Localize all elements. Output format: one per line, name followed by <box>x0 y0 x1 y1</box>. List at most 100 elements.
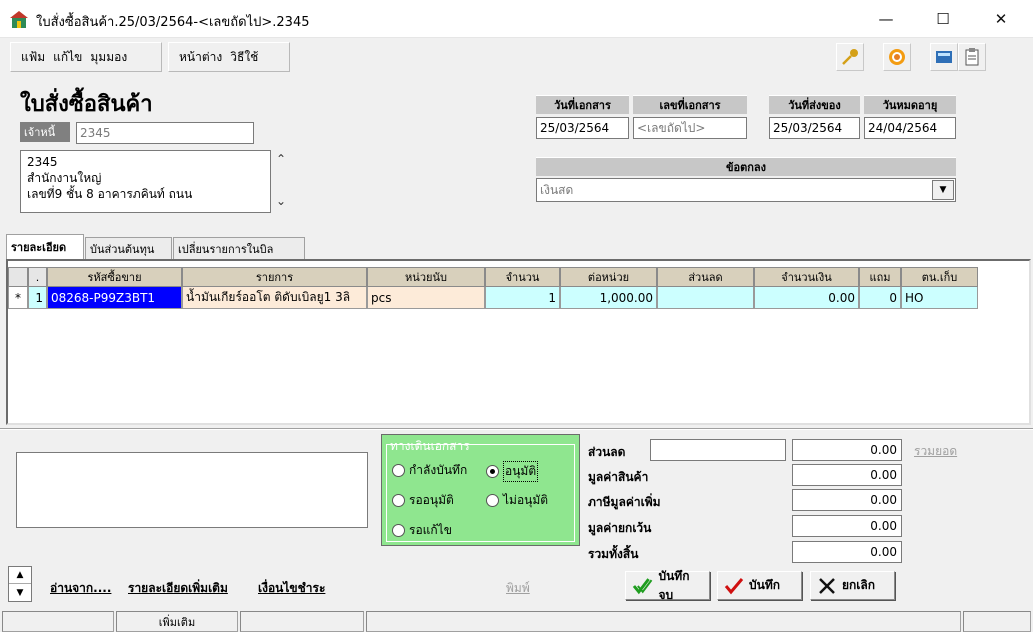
cell-qty[interactable]: 1 <box>485 287 560 309</box>
cell-no[interactable]: 1 <box>28 287 47 309</box>
terms-select[interactable]: เงินสด <box>536 178 956 202</box>
radio-label: อนุมัติ <box>503 461 539 482</box>
radio-label: ไม่อนุมัติ <box>503 493 549 507</box>
exempt-label: มูลค่ายกเว้น <box>588 521 652 535</box>
radio-label: กำลังบันทึก <box>409 463 468 477</box>
address-scroll-down-icon[interactable]: ⌄ <box>276 194 286 208</box>
address-line: สำนักงานใหญ่ <box>27 171 102 185</box>
payment-terms-link[interactable]: เงื่อนไขชำระ <box>258 579 325 598</box>
radio-rejected[interactable]: ไม่อนุมัติ <box>486 491 548 510</box>
minimize-button[interactable]: — <box>863 0 909 38</box>
creditor-label: เจ้าหนี้ <box>20 122 70 142</box>
status-bar: เพิ่มเติม <box>0 609 1033 632</box>
row-spinner[interactable]: ▲ ▼ <box>8 566 32 602</box>
divider <box>0 428 1033 430</box>
expire-date-field[interactable]: 24/04/2564 <box>864 117 956 139</box>
note-textarea[interactable] <box>16 452 368 528</box>
status-cell <box>240 611 364 632</box>
expire-date-label: วันหมดอายุ <box>864 95 956 114</box>
item-grid[interactable]: . รหัสซื้อขาย รายการ หน่วยนับ จำนวน ต่อห… <box>6 259 1031 425</box>
menu-group-main: แฟ้ม แก้ไข มุมมอง <box>10 42 162 72</box>
status-cell <box>2 611 114 632</box>
status-more[interactable]: เพิ่มเติม <box>116 611 238 632</box>
col-header-code[interactable]: รหัสซื้อขาย <box>47 267 182 287</box>
close-button[interactable]: ✕ <box>978 0 1024 38</box>
terms-label: ข้อตกลง <box>536 157 956 176</box>
radio-pending[interactable]: รออนุมัติ <box>392 491 454 510</box>
tool-clipboard-button[interactable] <box>958 43 986 71</box>
total-link[interactable]: รวมยอด <box>914 442 957 461</box>
discount-input[interactable] <box>650 439 786 461</box>
radio-approved[interactable]: อนุมัติ <box>486 461 539 482</box>
maximize-button[interactable]: ☐ <box>920 0 966 38</box>
tool-key-button[interactable] <box>836 43 864 71</box>
radio-dot <box>486 465 499 478</box>
cell-free[interactable]: 0 <box>859 287 901 309</box>
cancel-button[interactable]: ยกเลิก <box>810 571 895 600</box>
spinner-down-icon[interactable]: ▼ <box>9 584 31 601</box>
vat-label: ภาษีมูลค่าเพิ่ม <box>588 495 661 509</box>
cell-amount[interactable]: 0.00 <box>754 287 859 309</box>
tab-cost-allocation[interactable]: บันส่วนต้นทุน <box>85 237 172 259</box>
cell-store[interactable]: HO <box>901 287 978 309</box>
clipboard-icon <box>965 48 979 66</box>
discount-label: ส่วนลด <box>588 445 626 459</box>
goods-value-label: มูลค่าสินค้า <box>588 470 649 484</box>
discount-value: 0.00 <box>792 439 902 461</box>
spinner-up-icon[interactable]: ▲ <box>9 567 31 584</box>
tool-target-button[interactable] <box>883 43 911 71</box>
cell-unit[interactable]: pcs <box>367 287 485 309</box>
tab-change-items[interactable]: เปลี่ยนรายการในบิล <box>173 237 305 259</box>
more-detail-link[interactable]: รายละเอียดเพิ่มเติม <box>128 579 228 598</box>
col-header-no[interactable]: . <box>28 267 47 287</box>
cell-price[interactable]: 1,000.00 <box>560 287 657 309</box>
radio-dot <box>392 494 405 507</box>
ship-date-field[interactable]: 25/03/2564 <box>769 117 860 139</box>
grand-total-field: 0.00 <box>792 541 902 563</box>
doc-no-field[interactable]: <เลขถัดไป> <box>633 117 747 139</box>
cell-discount[interactable] <box>657 287 754 309</box>
doc-date-label: วันที่เอกสาร <box>536 95 629 114</box>
tool-calculator-button[interactable] <box>930 43 958 71</box>
col-header-amount[interactable]: จำนวนเงิน <box>754 267 859 287</box>
grand-total-label: รวมทั้งสิ้น <box>588 547 639 561</box>
save-close-button[interactable]: บันทึกจบ <box>625 569 710 602</box>
cross-icon <box>819 577 835 594</box>
dropdown-arrow-icon[interactable]: ▼ <box>932 180 954 200</box>
col-header-unit[interactable]: หน่วยนับ <box>367 267 485 287</box>
col-header-store[interactable]: ตน.เก็บ <box>901 267 978 287</box>
menu-view[interactable]: มุมมอง <box>90 48 127 67</box>
menu-edit[interactable]: แก้ไข <box>53 48 82 67</box>
address-scroll-up-icon[interactable]: ⌃ <box>276 152 286 166</box>
doc-no-label: เลขที่เอกสาร <box>633 95 747 114</box>
app-house-icon <box>10 11 28 28</box>
cell-code[interactable]: 08268-P99Z3BT1 <box>47 287 182 309</box>
tab-detail[interactable]: รายละเอียด <box>6 234 84 259</box>
row-marker[interactable]: * <box>8 287 28 309</box>
menu-window[interactable]: หน้าต่าง <box>179 48 222 67</box>
radio-recording[interactable]: กำลังบันทึก <box>392 461 467 480</box>
status-cell <box>963 611 1031 632</box>
radio-dot <box>392 524 405 537</box>
vat-field: 0.00 <box>792 489 902 511</box>
title-bar: ใบสั่งซื้อสินค้า.25/03/2564-<เลขถัดไป>.2… <box>0 0 1033 38</box>
col-header-discount[interactable]: ส่วนลด <box>657 267 754 287</box>
calculator-icon <box>936 51 952 63</box>
menu-help[interactable]: วิธีใช้ <box>230 48 258 67</box>
ship-date-label: วันที่ส่งของ <box>769 95 860 114</box>
col-header-free[interactable]: แถม <box>859 267 901 287</box>
address-line: 2345 <box>27 155 58 169</box>
menu-file[interactable]: แฟ้ม <box>21 48 45 67</box>
col-header-item[interactable]: รายการ <box>182 267 367 287</box>
read-from-link[interactable]: อ่านจาก.... <box>50 579 111 598</box>
check-icon <box>724 577 744 594</box>
creditor-field[interactable]: 2345 <box>76 122 254 144</box>
col-header-qty[interactable]: จำนวน <box>485 267 560 287</box>
doc-date-field[interactable]: 25/03/2564 <box>536 117 629 139</box>
print-link[interactable]: พิมพ์ <box>506 579 530 598</box>
address-box[interactable]: 2345 สำนักงานใหญ่ เลขที่9 ชั้น 8 อาคารภค… <box>20 150 271 213</box>
save-button[interactable]: บันทึก <box>717 571 802 600</box>
cell-item[interactable]: น้ำมันเกียร์ออโต ติดับเบิลยู1 3ลิ <box>182 287 367 309</box>
radio-revise[interactable]: รอแก้ไข <box>392 521 452 540</box>
col-header-price[interactable]: ต่อหน่วย <box>560 267 657 287</box>
